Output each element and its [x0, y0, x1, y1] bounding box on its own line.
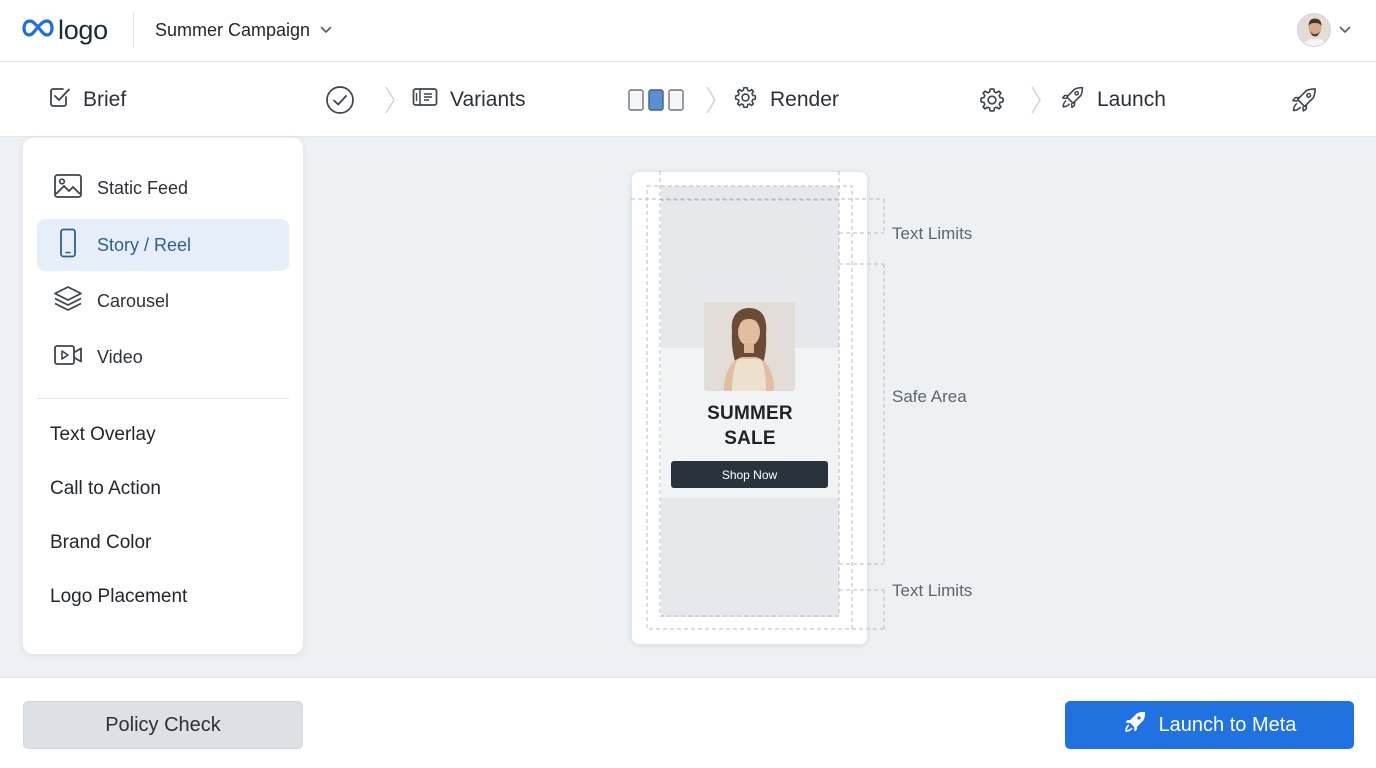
format-label: Carousel	[97, 290, 170, 311]
ad-image[interactable]	[704, 302, 795, 391]
user-menu[interactable]	[1297, 12, 1351, 48]
image-icon	[53, 173, 83, 204]
rocket-icon	[1123, 710, 1147, 740]
phone-icon	[53, 228, 83, 263]
step-brief[interactable]: Brief	[49, 62, 126, 137]
panel-divider	[37, 398, 289, 399]
infinity-logo-icon	[22, 18, 54, 43]
layers-icon	[53, 285, 83, 318]
format-panel: Static Feed Story / Reel Carousel Video …	[23, 138, 303, 654]
option-brand-color[interactable]: Brand Color	[50, 528, 151, 558]
option-text-overlay[interactable]: Text Overlay	[50, 420, 156, 450]
logo-text: logo	[58, 14, 108, 45]
shop-now-button[interactable]: Shop Now	[671, 461, 828, 488]
format-label: Story / Reel	[97, 234, 192, 255]
footer-bar: Policy Check Launch to Meta	[0, 677, 1376, 768]
chevron-right-icon	[383, 84, 397, 116]
campaign-name: Summer Campaign	[155, 19, 311, 40]
annotation-safe-area: Safe Area	[892, 387, 967, 406]
chevron-right-icon	[704, 84, 718, 116]
gear-icon	[733, 85, 758, 115]
option-call-to-action[interactable]: Call to Action	[50, 474, 161, 504]
launch-to-meta-button[interactable]: Launch to Meta	[1065, 701, 1354, 749]
top-bar: logo Summer Campaign	[0, 0, 1376, 62]
headline-line: SUMMER	[707, 403, 793, 424]
step-variants-label: Variants	[450, 87, 526, 111]
format-carousel[interactable]: Carousel	[37, 275, 289, 327]
variants-progress-icon	[628, 84, 684, 116]
campaign-selector[interactable]: Summer Campaign	[155, 17, 332, 43]
format-label: Video	[97, 346, 143, 367]
topbar-divider	[133, 12, 134, 48]
video-icon	[53, 343, 83, 372]
app-logo[interactable]: logo	[22, 12, 108, 48]
step-render-label: Render	[770, 87, 839, 111]
option-logo-placement[interactable]: Logo Placement	[50, 582, 187, 612]
chevron-right-icon	[1029, 84, 1043, 116]
chevron-down-icon	[1339, 21, 1351, 39]
check-circle-icon	[324, 84, 356, 116]
policy-check-button[interactable]: Policy Check	[23, 701, 303, 749]
rocket-icon	[1288, 84, 1320, 116]
launch-button-label: Launch to Meta	[1158, 713, 1297, 736]
format-video[interactable]: Video	[37, 331, 289, 383]
ad-headline: SUMMER SALE	[672, 401, 828, 451]
step-variants[interactable]: Variants	[412, 62, 525, 137]
format-label: Static Feed	[97, 177, 189, 198]
headline-line: SALE	[724, 428, 776, 449]
annotation-text-limits-bottom: Text Limits	[892, 581, 973, 600]
step-launch-label: Launch	[1097, 87, 1166, 111]
chevron-down-icon	[320, 21, 332, 39]
workflow-stepper: Brief Variants Render Launch	[0, 62, 1376, 137]
step-launch[interactable]: Launch	[1060, 62, 1166, 137]
variants-icon	[412, 86, 438, 113]
avatar	[1297, 13, 1331, 47]
step-render[interactable]: Render	[733, 62, 839, 137]
gear-icon	[976, 84, 1008, 116]
format-static-feed[interactable]: Static Feed	[37, 162, 289, 214]
rocket-icon	[1060, 85, 1085, 115]
checkbox-checked-icon	[49, 86, 71, 113]
format-story-reel[interactable]: Story / Reel	[37, 219, 289, 271]
step-brief-label: Brief	[83, 87, 127, 111]
annotation-text-limits-top: Text Limits	[892, 224, 973, 243]
